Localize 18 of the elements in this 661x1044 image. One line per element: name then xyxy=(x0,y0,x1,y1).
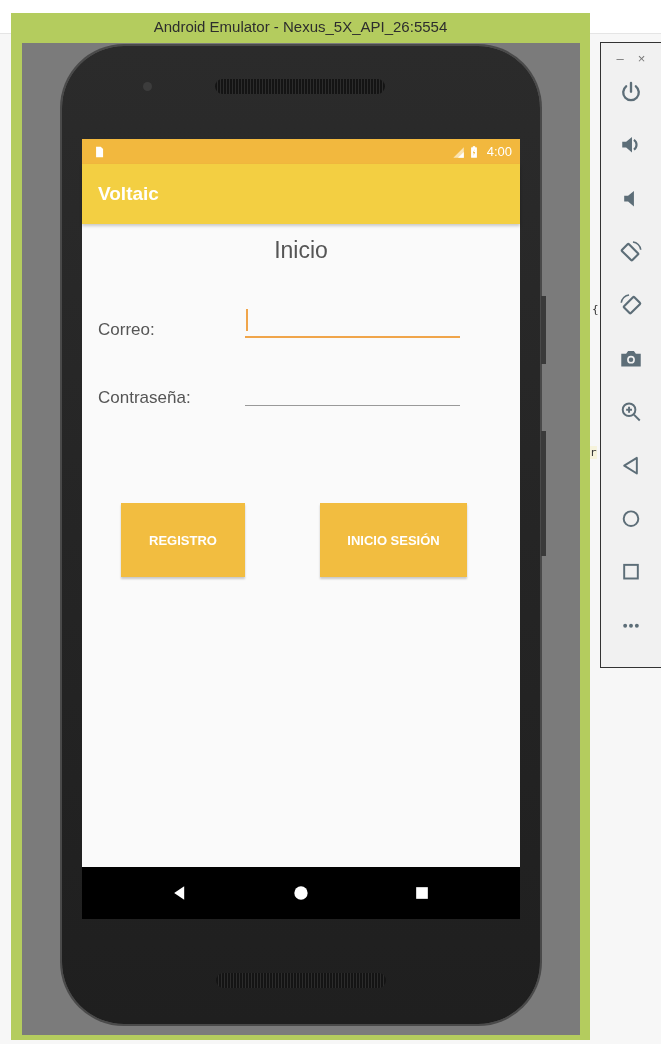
home-icon[interactable] xyxy=(291,883,311,903)
power-icon[interactable] xyxy=(619,80,643,104)
close-button[interactable]: × xyxy=(637,51,646,66)
code-text: r xyxy=(590,446,597,459)
page-title: Inicio xyxy=(273,237,329,264)
code-text: { xyxy=(592,303,599,316)
window-title: Android Emulator - Nexus_5X_API_26:5554 xyxy=(152,17,449,37)
app-title: Voltaic xyxy=(98,183,159,205)
input-field[interactable] xyxy=(245,306,460,338)
field-label: Correo: xyxy=(98,320,156,340)
text-cursor xyxy=(246,309,248,331)
rotate-right-icon[interactable] xyxy=(619,293,643,317)
clock-time: 4:00 xyxy=(486,144,512,159)
side-key xyxy=(541,296,546,364)
field-label: Contraseña: xyxy=(98,388,192,408)
rotate-left-icon[interactable] xyxy=(619,240,643,264)
zoom-icon[interactable] xyxy=(619,400,643,424)
minimize-button[interactable]: – xyxy=(616,51,624,66)
